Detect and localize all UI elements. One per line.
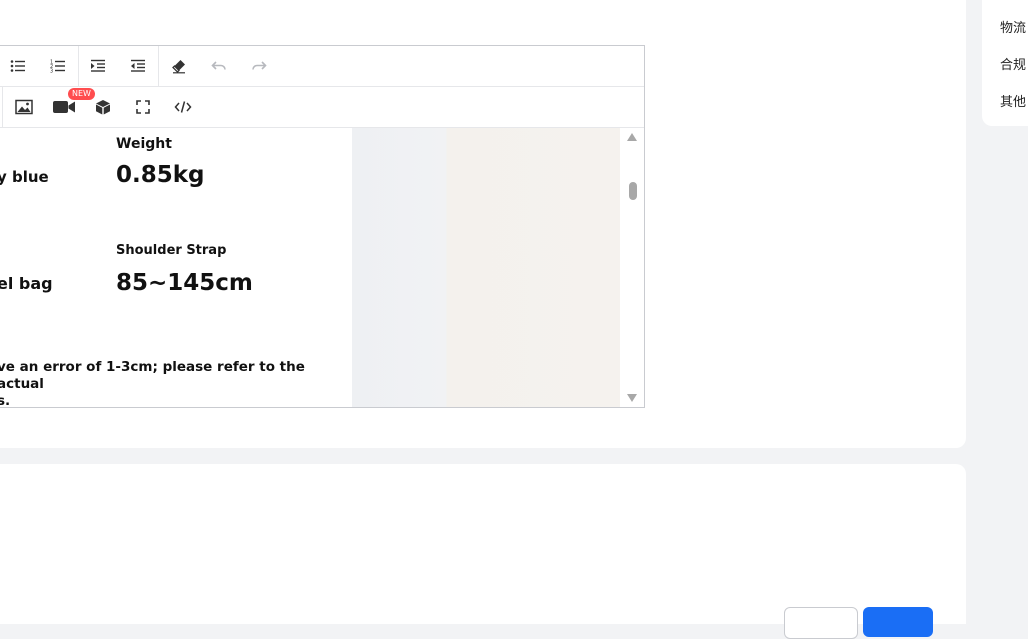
video-icon[interactable] — [51, 97, 77, 117]
svg-text:3: 3 — [50, 69, 53, 74]
side-nav-item-compliance[interactable]: 合规 — [1000, 54, 1026, 73]
eraser-icon[interactable] — [168, 56, 190, 76]
editor-scrollbar[interactable] — [620, 128, 644, 407]
weight-value: 0.85kg — [116, 162, 205, 188]
primary-button[interactable] — [863, 607, 933, 637]
scroll-thumb[interactable] — [629, 182, 637, 200]
shoulder-strap-value: 85~145cm — [116, 270, 253, 296]
toolbar-divider — [78, 46, 79, 86]
weight-label: Weight — [116, 136, 172, 152]
color-value: y blue — [0, 168, 49, 186]
image-icon[interactable] — [13, 97, 35, 117]
secondary-button[interactable] — [784, 607, 858, 639]
toolbar-divider — [158, 46, 159, 86]
side-nav-item-logistics[interactable]: 物流 — [1000, 17, 1026, 36]
note-line-2: s. — [0, 393, 11, 407]
indent-decrease-icon[interactable] — [127, 56, 149, 76]
scroll-up-arrow-icon[interactable] — [627, 133, 637, 141]
side-nav-item-other[interactable]: 其他 — [1000, 91, 1026, 110]
bulleted-list-icon[interactable] — [7, 56, 29, 76]
undo-icon[interactable] — [208, 56, 230, 76]
indent-increase-icon[interactable] — [87, 56, 109, 76]
rich-text-editor: 123 NEW y blue el bag Weight 0.85kg Shou… — [0, 45, 645, 408]
bag-type-value: el bag — [0, 274, 53, 293]
shoulder-strap-label: Shoulder Strap — [116, 243, 227, 258]
redo-icon[interactable] — [248, 56, 270, 76]
code-view-icon[interactable] — [172, 97, 194, 117]
product-image — [352, 128, 620, 407]
side-nav: 物流 合规 其他 — [982, 0, 1028, 126]
new-badge: NEW — [68, 88, 95, 100]
editor-toolbar-row-1: 123 — [0, 46, 644, 87]
note-line-1: ve an error of 1-3cm; please refer to th… — [0, 359, 305, 392]
3d-box-icon[interactable] — [92, 97, 114, 117]
scroll-down-arrow-icon[interactable] — [627, 394, 637, 402]
bottom-card — [0, 464, 966, 624]
numbered-list-icon[interactable]: 123 — [47, 56, 69, 76]
measurement-note: ve an error of 1-3cm; please refer to th… — [0, 359, 327, 407]
fullscreen-icon[interactable] — [132, 97, 154, 117]
editor-content[interactable]: y blue el bag Weight 0.85kg Shoulder Str… — [0, 128, 620, 407]
editor-toolbar-row-2: NEW — [0, 87, 644, 128]
toolbar-divider — [2, 87, 3, 127]
